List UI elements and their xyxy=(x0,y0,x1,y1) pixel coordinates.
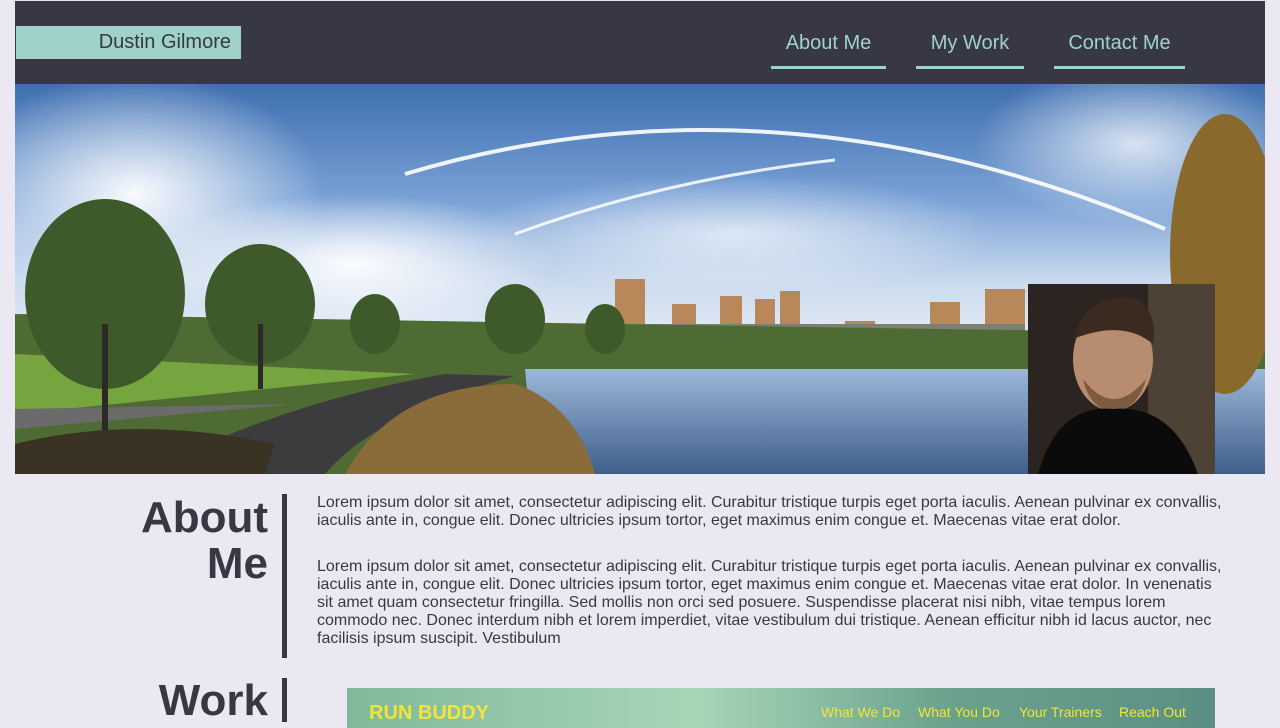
about-paragraph-1: Lorem ipsum dolor sit amet, consectetur … xyxy=(317,494,1222,529)
project-nav-item: What We Do xyxy=(821,704,901,720)
site-header: Dustin Gilmore About Me My Work Contact … xyxy=(15,0,1265,84)
nav-contact-me[interactable]: Contact Me xyxy=(1054,31,1185,69)
profile-photo xyxy=(1028,284,1215,474)
project-nav-item: What You Do xyxy=(918,704,1000,720)
hero-banner-image xyxy=(15,84,1265,474)
about-heading-line1: About xyxy=(140,493,268,542)
nav-about-me[interactable]: About Me xyxy=(771,31,886,69)
work-heading: Work xyxy=(158,676,268,725)
project-nav-item: Your Trainers xyxy=(1019,704,1102,720)
project-nav-item: Reach Out xyxy=(1119,704,1186,720)
about-heading-line2: Me xyxy=(206,539,268,588)
about-heading: About Me xyxy=(120,495,268,587)
nav-my-work[interactable]: My Work xyxy=(916,31,1024,69)
project-screenshot-run-buddy[interactable]: RUN BUDDY What We Do What You Do Your Tr… xyxy=(347,688,1215,728)
about-divider xyxy=(282,494,287,658)
work-divider xyxy=(282,678,287,722)
project-brand: RUN BUDDY xyxy=(369,702,489,724)
main-nav: About Me My Work Contact Me xyxy=(15,31,1265,71)
about-paragraph-2: Lorem ipsum dolor sit amet, consectetur … xyxy=(317,558,1222,647)
